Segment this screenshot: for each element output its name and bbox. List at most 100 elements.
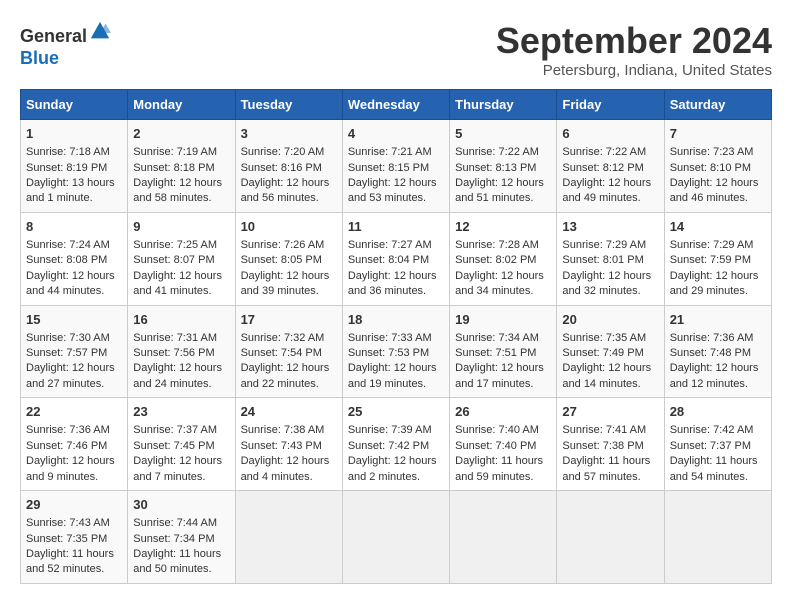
day-number: 29 (26, 496, 122, 514)
calendar-body: 1Sunrise: 7:18 AMSunset: 8:19 PMDaylight… (21, 120, 772, 584)
cell-text-line: and 29 minutes. (670, 284, 766, 299)
calendar-week-2: 8Sunrise: 7:24 AMSunset: 8:08 PMDaylight… (21, 212, 772, 305)
calendar-cell: 21Sunrise: 7:36 AMSunset: 7:48 PMDayligh… (664, 305, 771, 398)
cell-text-line: Sunrise: 7:29 AM (670, 238, 766, 253)
day-number: 20 (562, 311, 658, 329)
cell-text-line: Sunset: 7:59 PM (670, 253, 766, 268)
location: Petersburg, Indiana, United States (496, 62, 772, 79)
cell-text-line: Sunrise: 7:36 AM (670, 331, 766, 346)
calendar-cell: 14Sunrise: 7:29 AMSunset: 7:59 PMDayligh… (664, 212, 771, 305)
cell-text-line: Sunset: 8:12 PM (562, 161, 658, 176)
day-header-saturday: Saturday (664, 90, 771, 120)
cell-text-line: and 51 minutes. (455, 191, 551, 206)
cell-text-line: Daylight: 12 hours (670, 361, 766, 376)
cell-text-line: and 24 minutes. (133, 377, 229, 392)
cell-text-line: Sunset: 7:38 PM (562, 439, 658, 454)
cell-text-line: Sunset: 8:08 PM (26, 253, 122, 268)
cell-text-line: and 56 minutes. (241, 191, 337, 206)
calendar-cell: 19Sunrise: 7:34 AMSunset: 7:51 PMDayligh… (450, 305, 557, 398)
cell-text-line: and 36 minutes. (348, 284, 444, 299)
cell-text-line: and 2 minutes. (348, 470, 444, 485)
day-number: 5 (455, 125, 551, 143)
cell-text-line: Sunrise: 7:18 AM (26, 145, 122, 160)
cell-text-line: Sunrise: 7:42 AM (670, 423, 766, 438)
cell-text-line: Sunrise: 7:40 AM (455, 423, 551, 438)
day-header-monday: Monday (128, 90, 235, 120)
logo-general: General (20, 26, 87, 46)
cell-text-line: Daylight: 12 hours (348, 361, 444, 376)
cell-text-line: Daylight: 12 hours (455, 361, 551, 376)
cell-text-line: Sunrise: 7:39 AM (348, 423, 444, 438)
day-number: 27 (562, 403, 658, 421)
day-number: 16 (133, 311, 229, 329)
calendar-cell (342, 491, 449, 584)
cell-text-line: Sunset: 7:34 PM (133, 532, 229, 547)
cell-text-line: Sunrise: 7:22 AM (455, 145, 551, 160)
cell-text-line: and 41 minutes. (133, 284, 229, 299)
cell-text-line: Daylight: 12 hours (562, 361, 658, 376)
cell-text-line: and 19 minutes. (348, 377, 444, 392)
cell-text-line: and 14 minutes. (562, 377, 658, 392)
cell-text-line: Sunrise: 7:22 AM (562, 145, 658, 160)
cell-text-line: and 1 minute. (26, 191, 122, 206)
day-number: 30 (133, 496, 229, 514)
calendar-cell: 13Sunrise: 7:29 AMSunset: 8:01 PMDayligh… (557, 212, 664, 305)
cell-text-line: Daylight: 12 hours (241, 176, 337, 191)
cell-text-line: Sunset: 8:16 PM (241, 161, 337, 176)
cell-text-line: Sunrise: 7:38 AM (241, 423, 337, 438)
cell-text-line: Sunset: 8:10 PM (670, 161, 766, 176)
day-number: 2 (133, 125, 229, 143)
cell-text-line: Sunset: 8:05 PM (241, 253, 337, 268)
cell-text-line: Daylight: 12 hours (348, 454, 444, 469)
cell-text-line: Sunrise: 7:36 AM (26, 423, 122, 438)
cell-text-line: Sunrise: 7:26 AM (241, 238, 337, 253)
calendar-cell (664, 491, 771, 584)
calendar-cell: 30 Sunrise: 7:44 AMSunset: 7:34 PMDayligh… (128, 491, 235, 584)
calendar-cell: 29Sunrise: 7:43 AMSunset: 7:35 PMDayligh… (21, 491, 128, 584)
cell-text-line: Sunrise: 7:44 AM (133, 516, 229, 531)
cell-text-line: Sunset: 8:07 PM (133, 253, 229, 268)
cell-text-line: Sunset: 8:04 PM (348, 253, 444, 268)
day-header-tuesday: Tuesday (235, 90, 342, 120)
cell-text-line: Daylight: 12 hours (133, 176, 229, 191)
day-number: 13 (562, 218, 658, 236)
logo-blue: Blue (20, 48, 113, 69)
calendar-cell (450, 491, 557, 584)
cell-text-line: Sunset: 7:57 PM (26, 346, 122, 361)
cell-text-line: Daylight: 12 hours (241, 269, 337, 284)
cell-text-line: Daylight: 12 hours (133, 269, 229, 284)
cell-text-line: and 12 minutes. (670, 377, 766, 392)
calendar-cell: 15Sunrise: 7:30 AMSunset: 7:57 PMDayligh… (21, 305, 128, 398)
cell-text-line: and 17 minutes. (455, 377, 551, 392)
day-number: 22 (26, 403, 122, 421)
cell-text-line: and 58 minutes. (133, 191, 229, 206)
cell-text-line: Sunrise: 7:25 AM (133, 238, 229, 253)
cell-text-line: Sunset: 7:54 PM (241, 346, 337, 361)
calendar-cell: 16Sunrise: 7:31 AMSunset: 7:56 PMDayligh… (128, 305, 235, 398)
calendar-cell: 24Sunrise: 7:38 AMSunset: 7:43 PMDayligh… (235, 398, 342, 491)
calendar-cell: 6Sunrise: 7:22 AMSunset: 8:12 PMDaylight… (557, 120, 664, 213)
day-number: 18 (348, 311, 444, 329)
cell-text-line: Daylight: 12 hours (133, 454, 229, 469)
cell-text-line: Sunset: 8:15 PM (348, 161, 444, 176)
cell-text-line: Daylight: 12 hours (562, 176, 658, 191)
cell-text-line: Daylight: 11 hours (133, 547, 229, 562)
cell-text-line: and 32 minutes. (562, 284, 658, 299)
cell-text-line: Daylight: 12 hours (26, 269, 122, 284)
calendar-cell: 4Sunrise: 7:21 AMSunset: 8:15 PMDaylight… (342, 120, 449, 213)
day-number: 21 (670, 311, 766, 329)
cell-text-line: and 22 minutes. (241, 377, 337, 392)
calendar-week-1: 1Sunrise: 7:18 AMSunset: 8:19 PMDaylight… (21, 120, 772, 213)
cell-text-line: and 27 minutes. (26, 377, 122, 392)
day-header-wednesday: Wednesday (342, 90, 449, 120)
calendar-cell: 26Sunrise: 7:40 AMSunset: 7:40 PMDayligh… (450, 398, 557, 491)
cell-text-line: Sunset: 7:40 PM (455, 439, 551, 454)
cell-text-line: and 50 minutes. (133, 562, 229, 577)
day-number: 11 (348, 218, 444, 236)
cell-text-line: Sunset: 8:13 PM (455, 161, 551, 176)
calendar-cell: 17Sunrise: 7:32 AMSunset: 7:54 PMDayligh… (235, 305, 342, 398)
cell-text-line: Sunset: 7:56 PM (133, 346, 229, 361)
page-header: General Blue September 2024 Petersburg, … (20, 20, 772, 79)
cell-text-line: Sunrise: 7:35 AM (562, 331, 658, 346)
cell-text-line: Sunrise: 7:24 AM (26, 238, 122, 253)
